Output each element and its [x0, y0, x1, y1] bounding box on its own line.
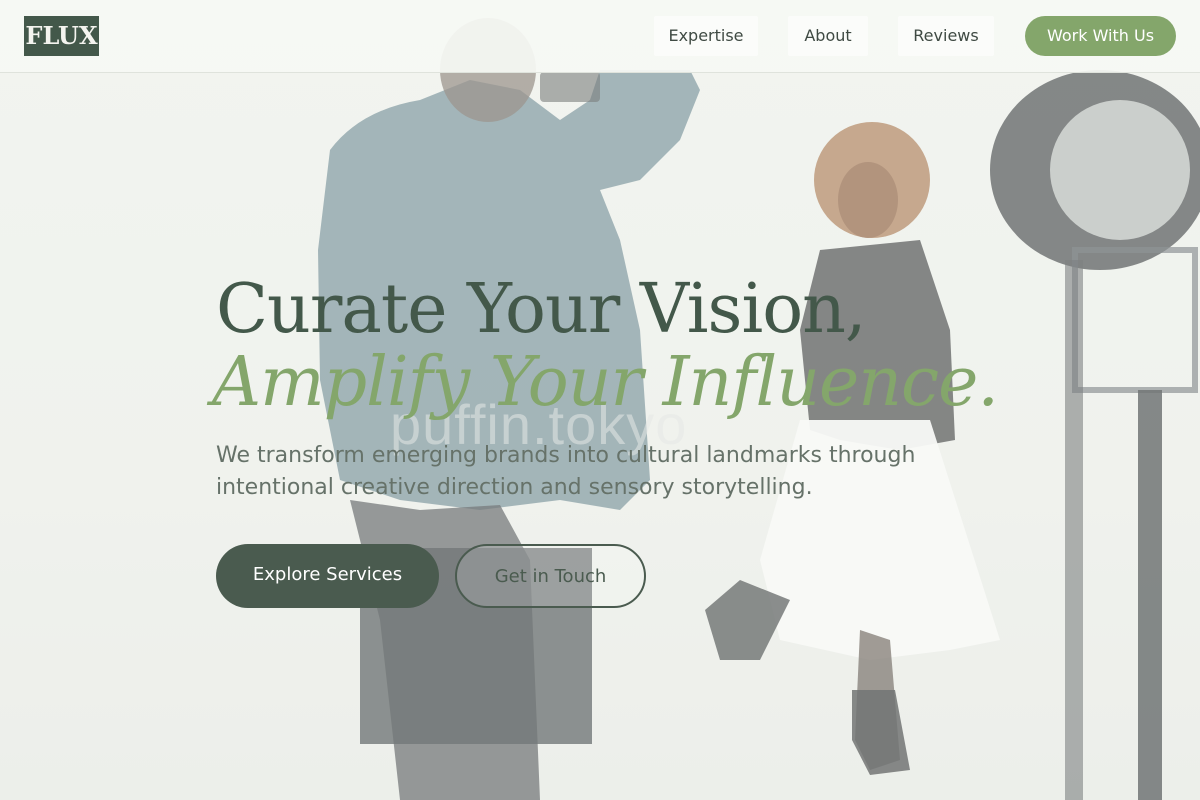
- hero-title-line-2: Amplify Your Influence.: [212, 343, 999, 422]
- get-in-touch-button[interactable]: Get in Touch: [455, 544, 646, 608]
- nav-link-expertise[interactable]: Expertise: [654, 16, 758, 56]
- hero-title-line-1: Curate Your Vision,: [216, 270, 867, 349]
- nav-link-about[interactable]: About: [788, 16, 868, 56]
- flux-logo[interactable]: FLUX: [24, 16, 99, 56]
- work-with-us-button[interactable]: Work With Us: [1025, 16, 1176, 56]
- hero-title: Curate Your Vision, Amplify Your Influen…: [212, 270, 1116, 418]
- site-header: FLUX Expertise About Reviews Work With U…: [0, 0, 1200, 73]
- explore-services-button[interactable]: Explore Services: [216, 544, 439, 608]
- hero-subtitle: We transform emerging brands into cultur…: [216, 443, 916, 500]
- nav-link-reviews[interactable]: Reviews: [898, 16, 994, 56]
